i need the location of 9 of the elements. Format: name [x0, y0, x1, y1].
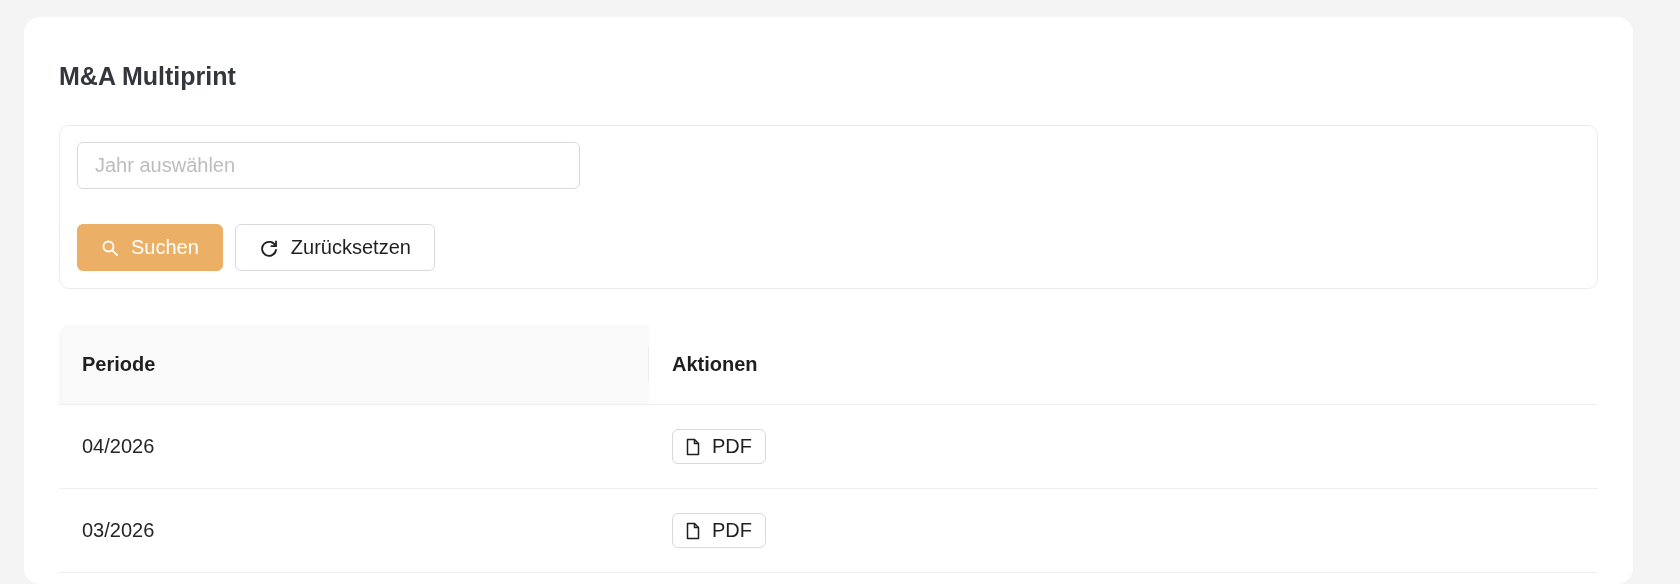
period-cell: 03/2026: [82, 519, 155, 542]
year-field[interactable]: Jahr auswählen: [77, 142, 580, 189]
column-header: Periode: [82, 353, 156, 376]
page-title: M&A Multiprint: [59, 61, 237, 92]
reset-button[interactable]: Zurücksetzen: [234, 224, 435, 271]
column-header: Aktionen: [672, 353, 758, 376]
pdf-button[interactable]: PDF: [672, 429, 766, 464]
period-cell: 04/2026: [82, 435, 155, 458]
pdf-button[interactable]: PDF: [672, 513, 766, 548]
